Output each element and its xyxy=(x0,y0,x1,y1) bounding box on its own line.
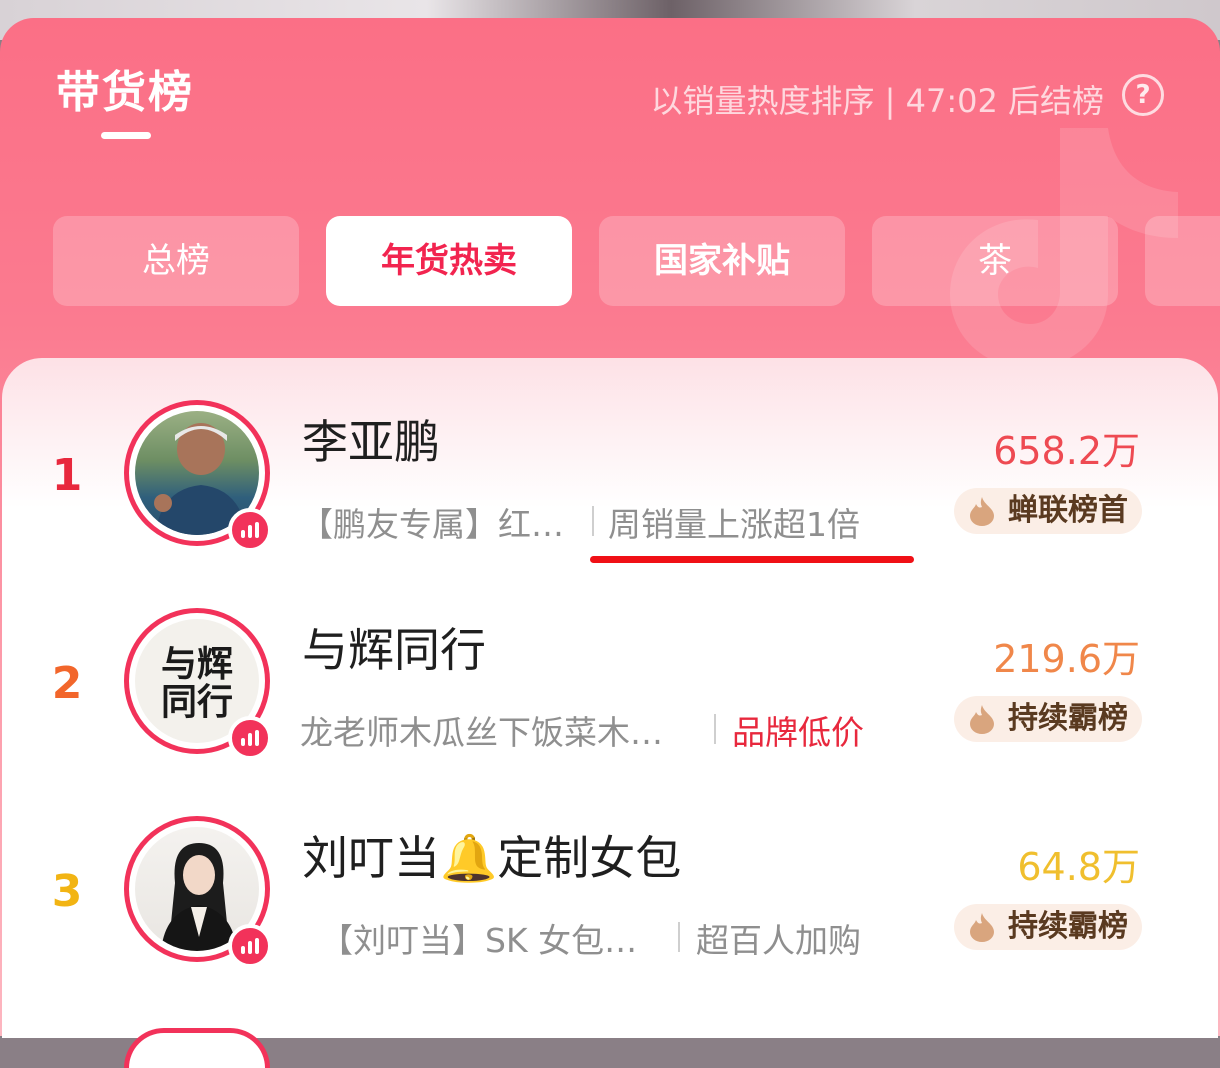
sales-value: 219.6万 xyxy=(993,637,1140,681)
tab-more[interactable] xyxy=(1145,216,1220,306)
sales-value: 658.2万 xyxy=(993,429,1140,473)
honor-badge: 持续霸榜 xyxy=(954,904,1142,950)
category-tabs: 总榜 年货热卖 国家补贴 茶 xyxy=(53,216,1220,306)
rank-tag: 周销量上涨超1倍 xyxy=(608,505,860,544)
streamer-name: 与辉同行 xyxy=(302,623,486,677)
honor-label: 蝉联榜首 xyxy=(1008,493,1128,528)
question-circle-icon[interactable]: ? xyxy=(1122,74,1164,116)
tab-new-year-goods[interactable]: 年货热卖 xyxy=(326,216,572,306)
rank-number: 1 xyxy=(51,450,83,501)
live-icon xyxy=(228,924,272,968)
avatar[interactable] xyxy=(124,1028,270,1068)
sales-value: 64.8万 xyxy=(1017,845,1140,889)
tab-tea[interactable]: 茶 xyxy=(872,216,1118,306)
honor-badge: 蝉联榜首 xyxy=(954,488,1142,534)
product-title[interactable]: 【刘叮当】SK 女包… xyxy=(320,914,660,962)
honor-label: 持续霸榜 xyxy=(1008,701,1128,736)
list-item[interactable]: 2 与辉同行 与辉同行 龙老师木瓜丝下饭菜木… 品牌低价 219.6万 持续霸榜 xyxy=(2,578,1218,786)
rank-number: 2 xyxy=(51,658,83,709)
product-title[interactable]: 龙老师木瓜丝下饭菜木… xyxy=(300,706,692,754)
tab-national-subsidy[interactable]: 国家补贴 xyxy=(599,216,845,306)
product-title[interactable]: 【鹏友专属】红… xyxy=(300,498,580,546)
honor-label: 持续霸榜 xyxy=(1008,909,1128,944)
flame-icon xyxy=(970,497,994,526)
list-item[interactable]: 1 李亚鹏 【鹏友专属】红… 周销量上涨超1倍 658.2万 蝉联榜首 xyxy=(2,370,1218,578)
flame-icon xyxy=(970,913,994,942)
streamer-name: 李亚鹏 xyxy=(302,415,440,469)
annotation-underline xyxy=(590,556,914,563)
flame-icon xyxy=(970,705,994,734)
avatar-calligraphy: 与辉同行 xyxy=(160,643,233,723)
divider xyxy=(592,506,594,536)
rank-number: 3 xyxy=(51,866,83,917)
ranking-list: 1 李亚鹏 【鹏友专属】红… 周销量上涨超1倍 658.2万 蝉联榜首 2 与辉… xyxy=(2,358,1218,1068)
honor-badge: 持续霸榜 xyxy=(954,696,1142,742)
rank-tag: 超百人加购 xyxy=(696,921,861,960)
streamer-name: 刘叮当🔔定制女包 xyxy=(302,831,682,885)
title-underline xyxy=(101,132,151,139)
rank-tag: 品牌低价 xyxy=(732,713,864,752)
live-icon xyxy=(228,716,272,760)
list-item[interactable]: 3 刘叮当🔔定制女包 【刘叮当】SK 女包… 超百人加购 64.8万 持续霸榜 xyxy=(2,786,1218,994)
tab-overall[interactable]: 总榜 xyxy=(53,216,299,306)
divider xyxy=(714,714,716,744)
page-title: 带货榜 xyxy=(56,67,194,118)
divider xyxy=(678,922,680,952)
live-icon xyxy=(228,508,272,552)
sort-info: 以销量热度排序 | 47:02 后结榜 xyxy=(650,82,1104,120)
